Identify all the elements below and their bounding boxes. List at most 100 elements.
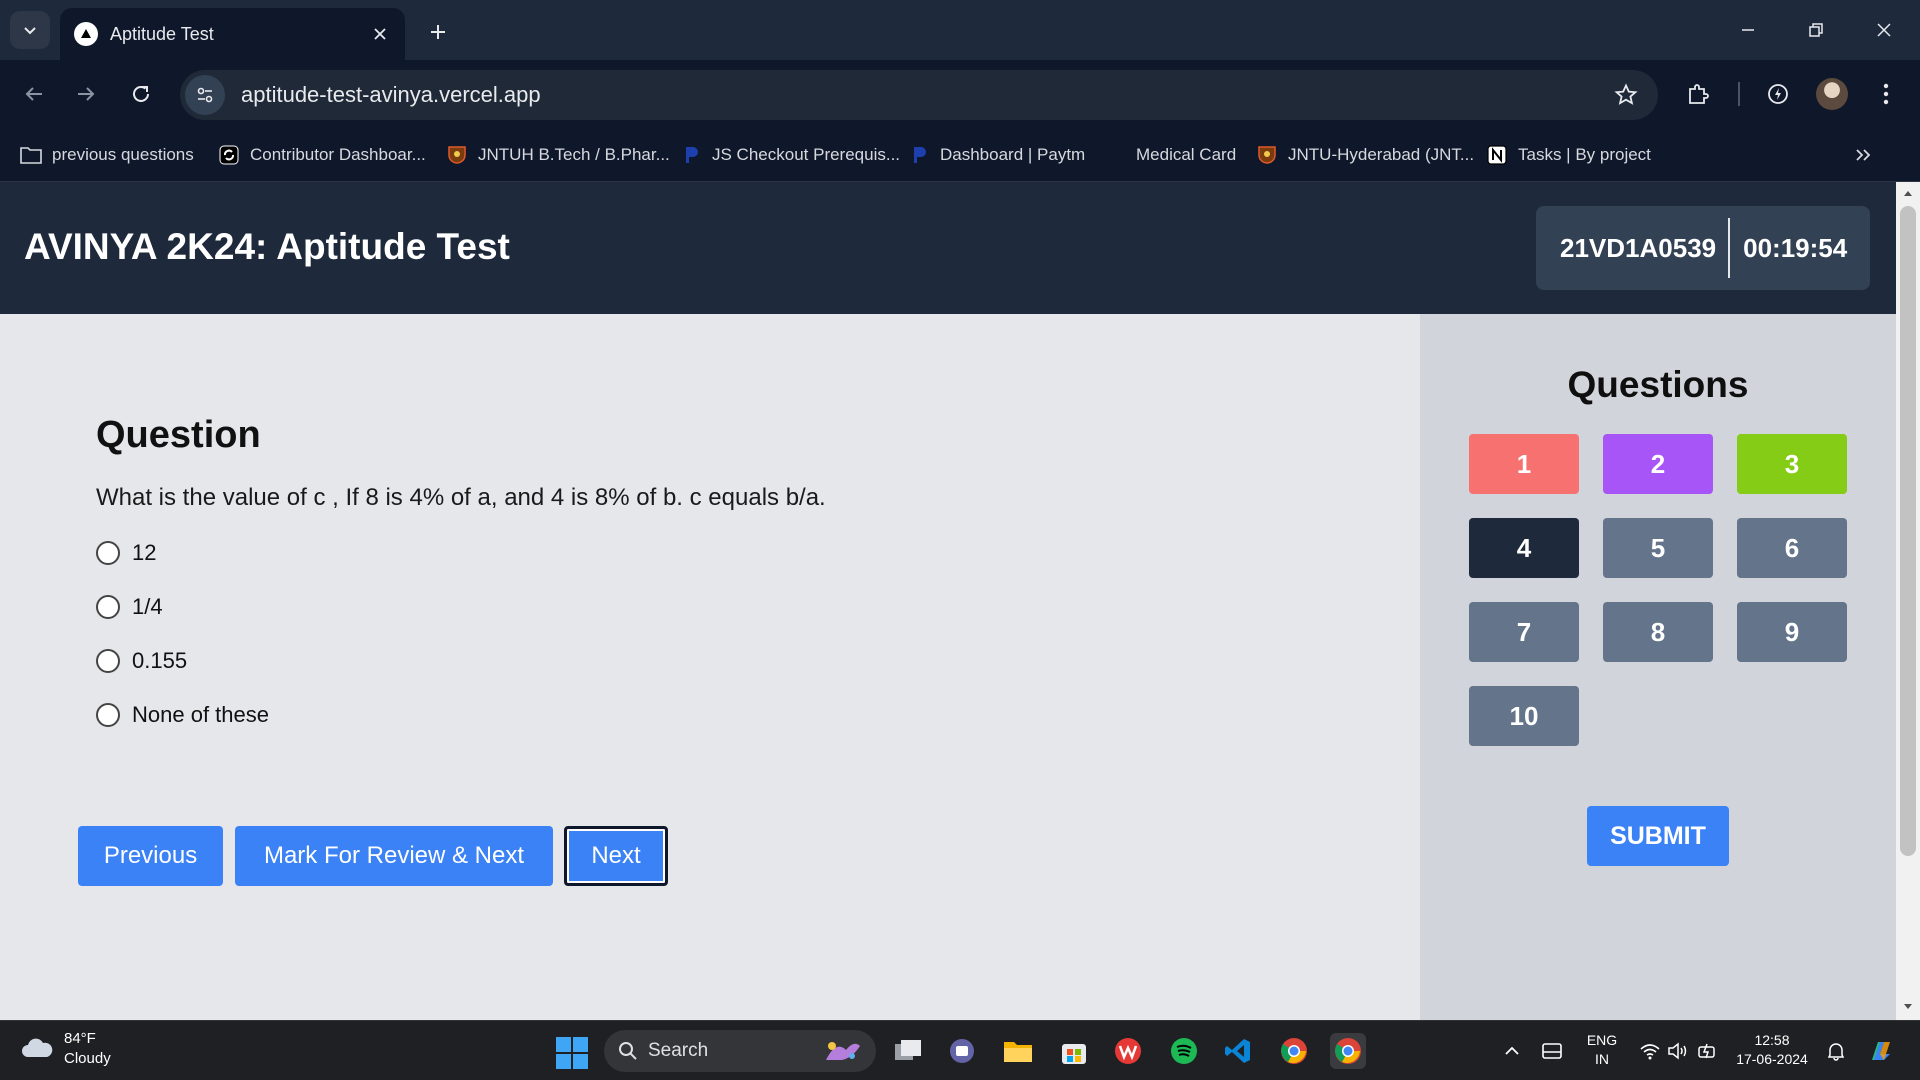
option-4[interactable]: None of these — [96, 702, 269, 728]
question-text: What is the value of c , If 8 is 4% of a… — [96, 484, 826, 511]
scroll-down-icon[interactable] — [1901, 1000, 1915, 1014]
search-icon — [619, 1042, 637, 1060]
active-tab[interactable]: Aptitude Test — [60, 8, 405, 60]
profile-button[interactable] — [1812, 74, 1852, 114]
puzzle-icon — [1689, 84, 1709, 104]
question-area: Question What is the value of c , If 8 i… — [0, 314, 1420, 1020]
radio-button[interactable] — [96, 649, 120, 673]
scroll-thumb[interactable] — [1900, 206, 1916, 856]
taskbar-search[interactable]: Search — [604, 1030, 876, 1072]
bookmark-contributor-dashboard[interactable]: Contributor Dashboar... — [218, 140, 426, 170]
close-window-button[interactable] — [1854, 10, 1914, 50]
question-button-3[interactable]: 3 — [1737, 434, 1847, 494]
page-content: AVINYA 2K24: Aptitude Test 21VD1A0539 00… — [0, 182, 1896, 1020]
candidate-info-box: 21VD1A0539 00:19:54 — [1536, 206, 1870, 290]
performance-button[interactable] — [1758, 74, 1798, 114]
new-tab-button[interactable] — [420, 14, 456, 50]
bookmark-previous-questions[interactable]: previous questions — [20, 140, 194, 170]
spotify-icon[interactable] — [1166, 1033, 1202, 1069]
star-icon — [1614, 83, 1638, 105]
wifi-icon[interactable] — [1636, 1037, 1664, 1065]
browser-menu-button[interactable] — [1866, 74, 1906, 114]
address-bar[interactable]: aptitude-test-avinya.vercel.app — [180, 70, 1658, 120]
palette-title: Questions — [1567, 364, 1749, 405]
option-1[interactable]: 12 — [96, 540, 156, 566]
bookmark-medical-card[interactable]: Medical Card — [1104, 140, 1236, 170]
bookmark-jntu-hyderabad[interactable]: JNTU-Hyderabad (JNT... — [1256, 140, 1474, 170]
jntuh-crest-icon — [446, 144, 468, 166]
forward-button[interactable] — [66, 74, 106, 114]
radio-button[interactable] — [96, 595, 120, 619]
next-button[interactable]: Next — [564, 826, 668, 886]
extensions-button[interactable] — [1678, 74, 1718, 114]
blank-page-icon — [1104, 144, 1126, 166]
question-button-4[interactable]: 4 — [1469, 518, 1579, 578]
previous-button[interactable]: Previous — [78, 826, 223, 886]
microsoft-store-icon[interactable] — [1056, 1033, 1092, 1069]
back-button[interactable] — [14, 74, 54, 114]
tab-search-button[interactable] — [10, 11, 50, 49]
chevron-up-icon — [1505, 1046, 1519, 1055]
option-label: 12 — [132, 540, 157, 565]
scroll-up-icon[interactable] — [1901, 186, 1915, 200]
radio-button[interactable] — [96, 541, 120, 565]
question-button-9[interactable]: 9 — [1737, 602, 1847, 662]
bookmark-tasks-by-project[interactable]: Tasks | By project — [1486, 140, 1651, 170]
submit-button[interactable]: SUBMIT — [1587, 806, 1729, 866]
file-explorer-icon[interactable] — [1000, 1033, 1036, 1069]
speedometer-icon — [1768, 84, 1788, 104]
language-code: ENG — [1586, 1032, 1618, 1048]
question-button-6[interactable]: 6 — [1737, 518, 1847, 578]
question-button-2[interactable]: 2 — [1603, 434, 1713, 494]
countdown-timer: 00:19:54 — [1743, 232, 1848, 263]
question-button-7[interactable]: 7 — [1469, 602, 1579, 662]
bookmark-paytm-dashboard[interactable]: Dashboard | Paytm — [908, 140, 1085, 170]
more-vertical-icon — [1883, 83, 1889, 105]
vscode-icon[interactable] — [1220, 1033, 1256, 1069]
chrome-icon[interactable] — [1276, 1033, 1312, 1069]
show-hidden-icons-button[interactable] — [1500, 1037, 1524, 1065]
url-text[interactable]: aptitude-test-avinya.vercel.app — [241, 82, 1606, 108]
question-button-1[interactable]: 1 — [1469, 434, 1579, 494]
restore-button[interactable] — [1786, 10, 1846, 50]
chevron-double-right-icon — [1856, 149, 1871, 161]
notification-bell-icon[interactable] — [1822, 1037, 1850, 1065]
tab-title: Aptitude Test — [110, 23, 214, 44]
windows-start-button[interactable] — [556, 1037, 588, 1069]
question-button-5[interactable]: 5 — [1603, 518, 1713, 578]
copilot-icon[interactable] — [1864, 1034, 1898, 1068]
keyboard-layout-icon[interactable] — [1538, 1037, 1566, 1065]
minimize-button[interactable] — [1718, 10, 1778, 50]
bookmark-js-checkout[interactable]: JS Checkout Prerequis... — [680, 140, 900, 170]
clock-time: 12:58 — [1754, 1032, 1790, 1048]
restore-icon — [1809, 23, 1823, 37]
volume-icon[interactable] — [1664, 1037, 1692, 1065]
language-indicator[interactable]: ENG IN — [1582, 1031, 1622, 1071]
browser-tab-strip: Aptitude Test — [0, 0, 1920, 60]
bookmark-jntuh-btech[interactable]: JNTUH B.Tech / B.Phar... — [446, 140, 670, 170]
battery-charging-icon[interactable] — [1694, 1037, 1722, 1065]
vercel-triangle-icon — [74, 22, 98, 46]
weather-widget[interactable]: 84°F Cloudy — [20, 1029, 111, 1069]
close-tab-button[interactable] — [365, 19, 395, 49]
question-button-8[interactable]: 8 — [1603, 602, 1713, 662]
site-info-icon[interactable] — [185, 75, 225, 115]
mark-for-review-button[interactable]: Mark For Review & Next — [235, 826, 553, 886]
more-bookmarks-button[interactable] — [1854, 140, 1872, 170]
question-button-10[interactable]: 10 — [1469, 686, 1579, 746]
jntuh-crest-icon — [1256, 144, 1278, 166]
taskbar: 84°F Cloudy Search ENG IN 12:58 17-06-20… — [0, 1020, 1920, 1080]
option-3[interactable]: 0.155 — [96, 648, 187, 674]
chevron-down-icon — [24, 27, 36, 35]
option-2[interactable]: 1/4 — [96, 594, 163, 620]
chrome-active-window-icon[interactable] — [1330, 1033, 1366, 1069]
option-label: None of these — [132, 702, 269, 727]
teams-chat-icon[interactable] — [944, 1033, 980, 1069]
wps-office-icon[interactable] — [1110, 1033, 1146, 1069]
reload-button[interactable] — [121, 74, 161, 114]
task-view-icon[interactable] — [890, 1033, 926, 1069]
bookmark-star-button[interactable] — [1606, 75, 1646, 115]
clock[interactable]: 12:58 17-06-2024 — [1734, 1031, 1810, 1071]
radio-button[interactable] — [96, 703, 120, 727]
page-scrollbar[interactable] — [1896, 182, 1920, 1020]
